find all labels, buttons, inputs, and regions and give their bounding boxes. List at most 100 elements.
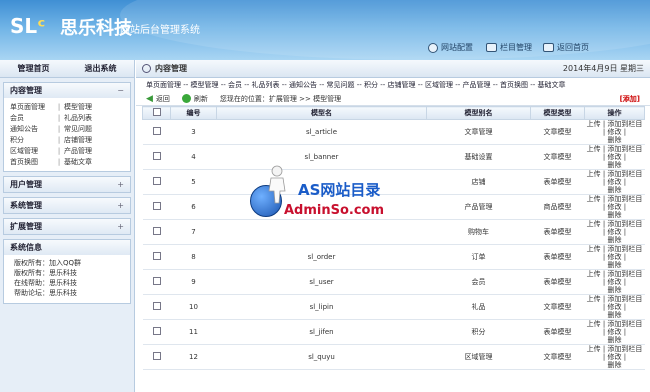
ops-links[interactable]: 上传 | 添加到栏目 | 修改 | — [585, 295, 645, 311]
row-checkbox[interactable] — [152, 327, 161, 335]
column-manage-link[interactable]: 栏目管理 — [486, 42, 532, 53]
row-checkbox[interactable] — [152, 152, 161, 160]
menu-item[interactable]: 基础文章 — [64, 157, 92, 167]
expand-icon[interactable]: + — [117, 180, 124, 189]
user-manage-panel[interactable]: 用户管理 + — [3, 176, 131, 193]
delete-link[interactable]: 删除 — [585, 336, 645, 344]
sysinfo-title: 系统信息 — [10, 243, 42, 252]
operations-cell[interactable]: 上传 | 添加到栏目 | 修改 | 删除 — [584, 119, 645, 145]
delete-link[interactable]: 删除 — [585, 211, 645, 219]
figure-icon — [268, 165, 286, 204]
sidebar: 管理首页 退出系统 内容管理 − 单页面管理 | 模型管理 会员 | 礼品列表 通知公告… — [0, 60, 135, 392]
operations-cell[interactable]: 上传 | 添加到栏目 | 修改 | 删除 — [584, 344, 645, 370]
row-select-cell[interactable] — [142, 269, 171, 295]
sub-navigation[interactable]: 单页面管理 -- 模型管理 -- 会员 -- 礼品列表 -- 通知公告 -- 常… — [136, 78, 650, 92]
menu-item[interactable]: 店铺管理 — [64, 135, 92, 145]
expand-icon[interactable]: + — [117, 222, 124, 231]
menu-item[interactable]: 通知公告 — [10, 124, 54, 134]
model-type-cell: 表单模型 — [530, 269, 585, 295]
watermark-line2: AdminSo.com — [284, 203, 385, 218]
operations-cell[interactable]: 上传 | 添加到栏目 | 修改 | 删除 — [584, 194, 645, 220]
operations-cell[interactable]: 上传 | 添加到栏目 | 修改 | 删除 — [584, 219, 645, 245]
row-select-cell[interactable] — [142, 169, 171, 195]
logout-link[interactable]: 退出系统 — [85, 63, 117, 74]
expand-icon[interactable]: + — [117, 201, 124, 210]
model-name-cell: sl_lipin — [216, 294, 427, 320]
row-checkbox[interactable] — [152, 302, 161, 310]
delete-link[interactable]: 删除 — [585, 236, 645, 244]
model-type-cell: 表单模型 — [530, 244, 585, 270]
operations-cell[interactable]: 上传 | 添加到栏目 | 修改 | 删除 — [584, 319, 645, 345]
operations-cell[interactable]: 上传 | 添加到栏目 | 修改 | 删除 — [584, 244, 645, 270]
model-type-cell: 文章模型 — [530, 119, 585, 145]
row-checkbox[interactable] — [152, 202, 161, 210]
delete-link[interactable]: 删除 — [585, 311, 645, 319]
system-manage-panel[interactable]: 系统管理 + — [3, 197, 131, 214]
site-config-link[interactable]: 网站配置 — [428, 42, 473, 53]
ops-links[interactable]: 上传 | 添加到栏目 | 修改 | — [585, 145, 645, 161]
ops-links[interactable]: 上传 | 添加到栏目 | 修改 | — [585, 170, 645, 186]
ops-links[interactable]: 上传 | 添加到栏目 | 修改 | — [585, 345, 645, 361]
home-link[interactable]: 返回首页 — [543, 42, 589, 53]
menu-item[interactable]: 单页面管理 — [10, 102, 54, 112]
ops-links[interactable]: 上传 | 添加到栏目 | 修改 | — [585, 120, 645, 136]
delete-link[interactable]: 删除 — [585, 136, 645, 144]
table-row: 3 sl_article 文章管理 文章模型 上传 | 添加到栏目 | 修改 | 删除 — [142, 119, 645, 145]
delete-link[interactable]: 删除 — [585, 186, 645, 194]
menu-item[interactable]: 模型管理 — [64, 102, 92, 112]
id-cell: 3 — [170, 119, 217, 145]
row-checkbox[interactable] — [152, 252, 161, 260]
model-alias-cell: 基础设置 — [426, 144, 531, 170]
row-checkbox[interactable] — [152, 177, 161, 185]
row-select-cell[interactable] — [142, 194, 171, 220]
content-panel: 内容管理 − 单页面管理 | 模型管理 会员 | 礼品列表 通知公告 | 常见问题 积分 | 店… — [3, 82, 131, 172]
menu-item[interactable]: 产品管理 — [64, 146, 92, 156]
delete-link[interactable]: 删除 — [585, 261, 645, 269]
operations-cell[interactable]: 上传 | 添加到栏目 | 修改 | 删除 — [584, 144, 645, 170]
menu-item[interactable]: 首页换图 — [10, 157, 54, 167]
row-checkbox[interactable] — [152, 227, 161, 235]
menu-item[interactable]: 常见问题 — [64, 124, 92, 134]
content-panel-header[interactable]: 内容管理 − — [4, 83, 130, 98]
delete-link[interactable]: 删除 — [585, 161, 645, 169]
select-all-checkbox[interactable] — [152, 108, 161, 116]
delete-link[interactable]: 删除 — [585, 361, 645, 369]
select-all-cell[interactable] — [142, 106, 171, 120]
ops-links[interactable]: 上传 | 添加到栏目 | 修改 | — [585, 320, 645, 336]
back-button[interactable]: ◀ 返回 — [146, 94, 170, 104]
menu-item[interactable]: 礼品列表 — [64, 113, 92, 123]
row-checkbox[interactable] — [152, 127, 161, 135]
row-checkbox[interactable] — [152, 352, 161, 360]
row-select-cell[interactable] — [142, 219, 171, 245]
ops-links[interactable]: 上传 | 添加到栏目 | 修改 | — [585, 270, 645, 286]
extend-manage-panel[interactable]: 扩展管理 + — [3, 218, 131, 235]
operations-cell[interactable]: 上传 | 添加到栏目 | 修改 | 删除 — [584, 169, 645, 195]
refresh-button[interactable]: 刷新 — [181, 94, 208, 104]
row-select-cell[interactable] — [142, 294, 171, 320]
ops-links[interactable]: 上传 | 添加到栏目 | 修改 | — [585, 245, 645, 261]
sysinfo-line: 版权所有：加入QQ群 — [14, 259, 82, 267]
row-select-cell[interactable] — [142, 119, 171, 145]
refresh-icon — [181, 94, 191, 103]
model-alias-cell: 订单 — [426, 244, 531, 270]
ops-links[interactable]: 上传 | 添加到栏目 | 修改 | — [585, 195, 645, 211]
row-select-cell[interactable] — [142, 244, 171, 270]
operations-cell[interactable]: 上传 | 添加到栏目 | 修改 | 删除 — [584, 269, 645, 295]
add-button[interactable]: [添加] — [620, 94, 640, 104]
operations-cell[interactable]: 上传 | 添加到栏目 | 修改 | 删除 — [584, 294, 645, 320]
id-cell: 10 — [170, 294, 217, 320]
row-select-cell[interactable] — [142, 144, 171, 170]
admin-home-link[interactable]: 管理首页 — [18, 63, 50, 74]
ops-links[interactable]: 上传 | 添加到栏目 | 修改 | — [585, 220, 645, 236]
collapse-icon[interactable]: − — [117, 86, 124, 95]
menu-separator: | — [57, 102, 61, 111]
row-select-cell[interactable] — [142, 319, 171, 345]
row-select-cell[interactable] — [142, 344, 171, 370]
watermark-line1: AS网站目录 — [298, 181, 381, 199]
delete-link[interactable]: 删除 — [585, 286, 645, 294]
row-checkbox[interactable] — [152, 277, 161, 285]
menu-item[interactable]: 会员 — [10, 113, 54, 123]
menu-item[interactable]: 区域管理 — [10, 146, 54, 156]
menu-item[interactable]: 积分 — [10, 135, 54, 145]
menu-separator: | — [57, 146, 61, 155]
